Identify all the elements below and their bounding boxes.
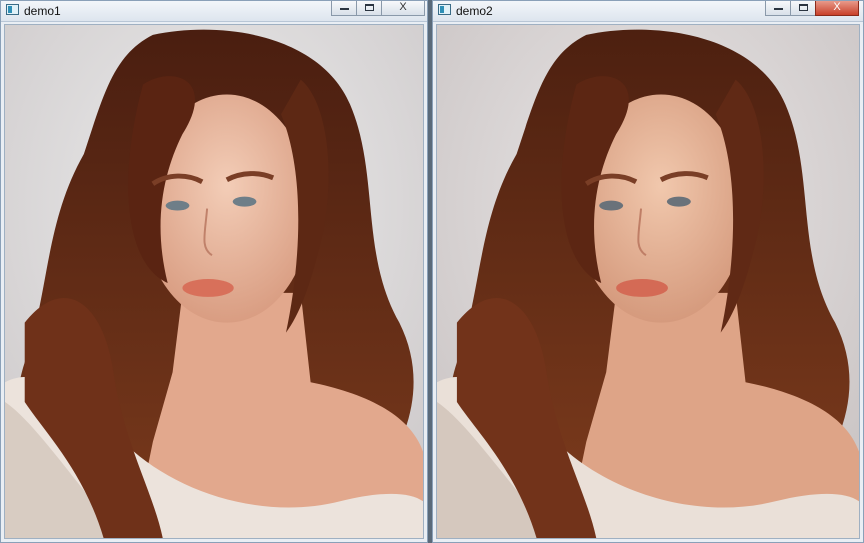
- title-bar[interactable]: demo1 X: [1, 1, 427, 22]
- maximize-icon: [365, 4, 374, 11]
- image-canvas: [436, 24, 860, 539]
- minimize-icon: [774, 8, 783, 10]
- maximize-icon: [799, 4, 808, 11]
- maximize-button[interactable]: [356, 1, 382, 16]
- minimize-icon: [340, 8, 349, 10]
- portrait-photo: [5, 25, 423, 538]
- title-bar[interactable]: demo2 X: [433, 1, 863, 22]
- window-demo2[interactable]: demo2 X: [432, 0, 864, 543]
- close-icon: X: [833, 1, 841, 13]
- close-button[interactable]: X: [381, 1, 425, 16]
- minimize-button[interactable]: [331, 1, 357, 16]
- close-button[interactable]: X: [815, 1, 859, 16]
- window-title: demo1: [24, 4, 61, 18]
- portrait-photo-smoothed: [437, 25, 859, 538]
- app-icon: [6, 4, 19, 15]
- maximize-button[interactable]: [790, 1, 816, 16]
- image-canvas: [4, 24, 424, 539]
- window-title: demo2: [456, 4, 493, 18]
- window-demo1[interactable]: demo1 X: [0, 0, 428, 543]
- app-icon: [438, 4, 451, 15]
- minimize-button[interactable]: [765, 1, 791, 16]
- close-icon: X: [399, 1, 407, 13]
